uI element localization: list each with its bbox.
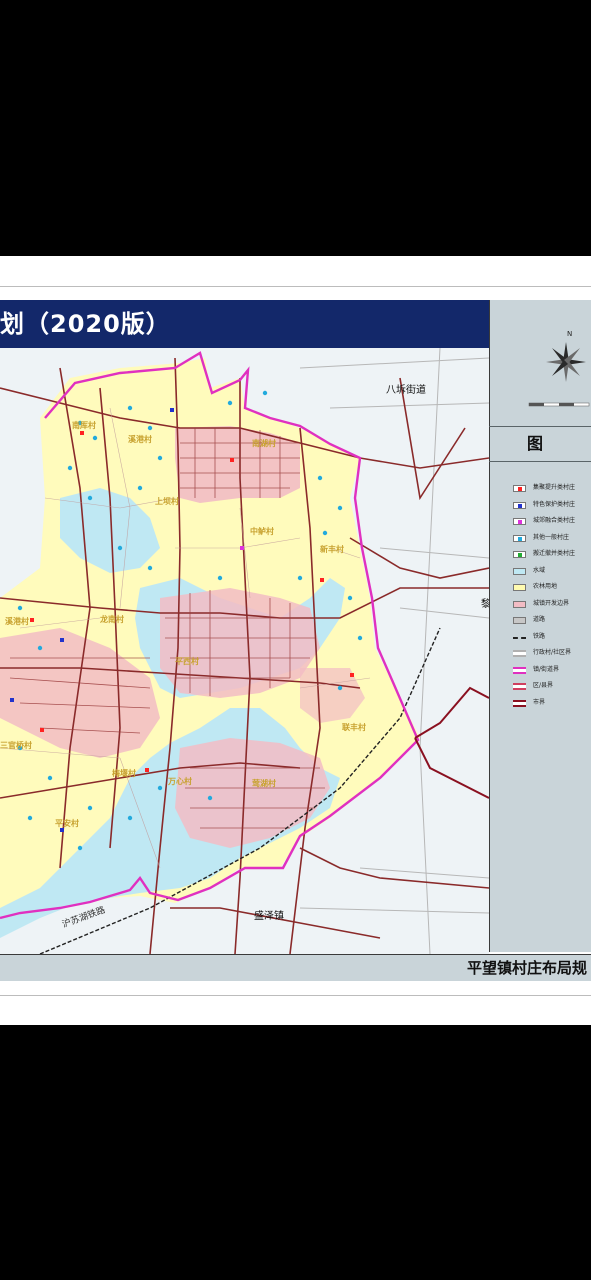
legend-item: 其他一般村庄	[513, 530, 591, 547]
village-label: 龙南村	[100, 615, 124, 624]
village-label: 三官桥村	[0, 741, 32, 750]
legend-item-label: 区/县界	[533, 682, 554, 689]
legend-item: 集聚提升类村庄	[513, 480, 591, 497]
compass-rose-icon: N	[528, 330, 590, 407]
legend-swatch-icon	[513, 485, 526, 492]
map-title: 划（2020版）	[0, 310, 171, 338]
place-label-bahe: 八坼街道	[386, 385, 426, 396]
legend-item: 水域	[513, 563, 591, 580]
legend-swatch-icon	[513, 534, 526, 542]
legend-item-label: 镇/街道界	[533, 665, 560, 673]
north-arrow: N	[491, 300, 591, 422]
village-label: 南厍村	[72, 421, 96, 430]
legend-header: 图 例	[489, 426, 591, 462]
place-label-li: 黎	[481, 599, 489, 610]
legend-swatch-icon	[513, 518, 526, 525]
village-label: 中鲈村	[250, 527, 274, 536]
legend-item-label: 市界	[533, 698, 546, 706]
village-label: 溪港村	[128, 435, 152, 444]
legend-item-label: 农林用地	[533, 583, 558, 590]
legend-item-label: 特色保护类村庄	[533, 500, 576, 508]
legend-item-label: 其他一般村庄	[533, 533, 570, 541]
legend-item: 搬迁撤并类村庄	[513, 546, 591, 563]
legend-item-label: 行政村/社区界	[533, 649, 572, 656]
sheet-bottom-rule	[0, 995, 591, 996]
legend-item-label: 铁路	[533, 632, 546, 640]
village-label: 溪港村	[5, 617, 29, 626]
bottom-title: 平望镇村庄布局规	[467, 959, 588, 977]
village-layout-map[interactable]: 八坼街道 盛泽镇 黎 沪苏湖铁路 南厍村 溪港村 南湖村 上坝村 中鲈村 新丰村…	[0, 348, 489, 954]
legend-swatch-icon	[513, 650, 526, 657]
sheet-top-rule	[0, 286, 591, 287]
legend-swatch-icon	[513, 666, 526, 674]
legend-item-label: 搬迁撤并类村庄	[533, 550, 576, 557]
legend-item: 区/县界	[513, 678, 591, 695]
legend-item: 铁路	[513, 629, 591, 646]
legend-item: 特色保护类村庄	[513, 497, 591, 514]
legend-title: 图 例	[527, 434, 591, 453]
legend-item: 道路	[513, 612, 591, 629]
legend-swatch-icon	[513, 567, 526, 575]
village-label: 上坝村	[155, 497, 179, 506]
legend-swatch-icon	[513, 551, 526, 558]
legend-swatch-icon	[513, 683, 526, 690]
village-label: 平西村	[175, 657, 199, 666]
legend-item-label: 集聚提升类村庄	[533, 484, 576, 491]
top-black-band	[0, 0, 591, 256]
legend-swatch-icon	[513, 636, 526, 639]
legend-item-label: 道路	[533, 616, 546, 623]
legend-swatch-icon	[513, 600, 526, 608]
village-label: 梅堰村	[112, 769, 136, 778]
village-label: 新丰村	[320, 545, 344, 554]
place-label-shengze: 盛泽镇	[254, 911, 284, 922]
map-canvas	[0, 348, 489, 954]
legend-item: 农林用地	[513, 579, 591, 596]
legend-item-label: 城郊融合类村庄	[533, 517, 576, 524]
legend-swatch-icon	[513, 699, 526, 707]
legend-item: 行政村/社区界	[513, 645, 591, 662]
legend-item-label: 城镇开发边界	[533, 599, 570, 607]
legend-swatch-icon	[513, 501, 526, 509]
city-boundary	[414, 686, 489, 799]
legend-swatch-icon	[513, 584, 526, 591]
legend-list: 集聚提升类村庄 特色保护类村庄 城郊融合类村庄 其他一般村庄 搬迁撤并类村庄 水域农林用地…	[513, 480, 591, 711]
legend-item: 城镇开发边界	[513, 596, 591, 613]
bottom-title-bar: 平望镇村庄布局规	[0, 954, 591, 981]
village-label: 万心村	[168, 777, 192, 786]
legend-item-label: 水域	[533, 566, 546, 574]
bottom-black-band	[0, 1025, 591, 1280]
legend-item: 城郊融合类村庄	[513, 513, 591, 530]
legend-swatch-icon	[513, 617, 526, 624]
legend-item: 市界	[513, 695, 591, 712]
compass-n-label: N	[567, 330, 572, 338]
village-label: 莺湖村	[252, 779, 276, 788]
village-label: 平安村	[55, 819, 79, 828]
village-label: 联丰村	[342, 723, 366, 732]
village-label: 南湖村	[252, 439, 276, 448]
legend-item: 镇/街道界	[513, 662, 591, 679]
